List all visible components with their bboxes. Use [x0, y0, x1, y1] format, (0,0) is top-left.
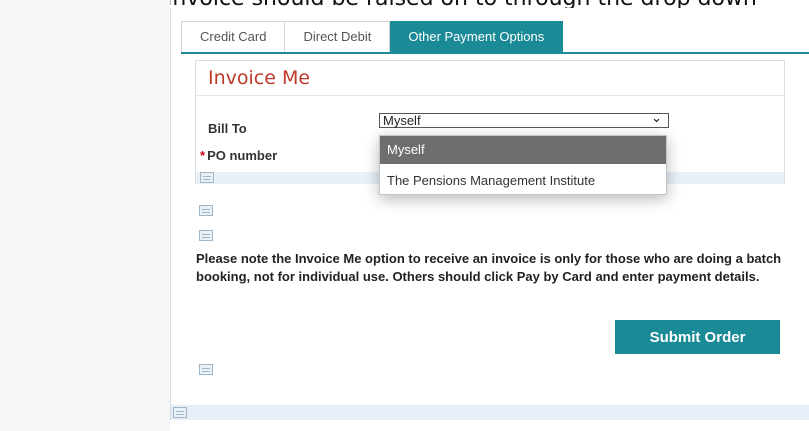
bill-to-label: Bill To — [208, 121, 247, 136]
tab-underline — [181, 52, 809, 54]
dropdown-option-pensions-management-institute[interactable]: The Pensions Management Institute — [380, 167, 666, 195]
tab-direct-debit[interactable]: Direct Debit — [285, 21, 391, 53]
payment-panel: Credit Card Direct Debit Other Payment O… — [170, 8, 809, 420]
submit-order-button[interactable]: Submit Order — [615, 320, 780, 354]
footer-strip — [171, 405, 809, 420]
bill-to-select[interactable]: Myself ⌄ — [379, 110, 669, 128]
dropdown-option-myself[interactable]: Myself — [380, 136, 666, 164]
po-number-text: PO number — [207, 148, 278, 163]
tab-other-payment-options[interactable]: Other Payment Options — [390, 21, 564, 53]
note-icon[interactable] — [199, 364, 213, 375]
note-icon[interactable] — [173, 407, 187, 418]
title-divider — [196, 95, 784, 96]
note-icon[interactable] — [199, 205, 213, 216]
chevron-down-icon: ⌄ — [651, 110, 662, 125]
bill-to-dropdown: Myself The Pensions Management Institute — [379, 135, 667, 195]
invoice-title: Invoice Me — [208, 67, 311, 89]
note-icon[interactable] — [199, 230, 213, 241]
left-gutter — [0, 0, 170, 431]
tab-credit-card[interactable]: Credit Card — [181, 21, 286, 53]
payment-tabs: Credit Card Direct Debit Other Payment O… — [181, 21, 564, 53]
po-number-label: * PO number — [200, 148, 277, 163]
bill-to-selected-value: Myself — [383, 113, 421, 128]
invoice-note: Please note the Invoice Me option to rec… — [196, 251, 782, 284]
required-marker: * — [200, 148, 206, 163]
note-icon[interactable] — [200, 172, 214, 183]
